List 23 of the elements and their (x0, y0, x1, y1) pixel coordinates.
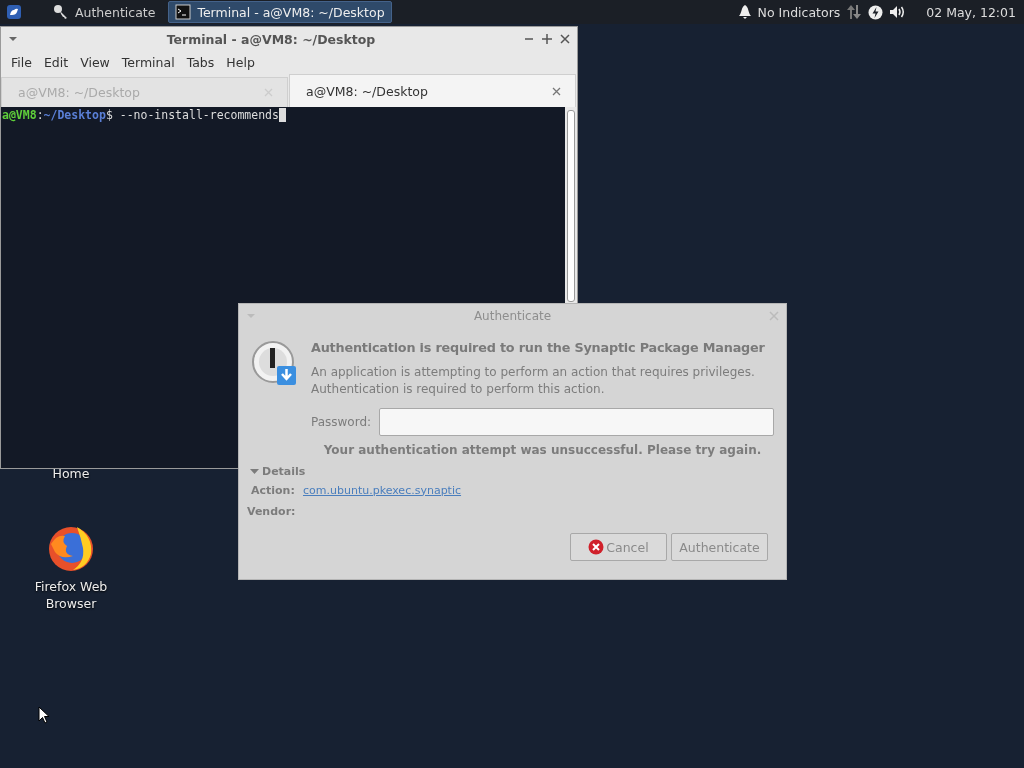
indicator-label: No Indicators (757, 4, 841, 20)
menu-item[interactable]: Terminal (115, 55, 181, 70)
menu-item[interactable]: Edit (37, 55, 75, 70)
terminal-line: a@VM8:~/Desktop$ --no-install-recommends (2, 107, 279, 123)
clock[interactable]: 02 May, 12:01 (926, 4, 1016, 20)
taskbar-button[interactable]: Terminal - a@VM8: ~/Desktop (168, 1, 392, 23)
field-label: Action: (251, 483, 296, 497)
terminal-tab[interactable]: a@VM8: ~/Desktop (289, 74, 576, 107)
menu-item[interactable]: View (74, 55, 116, 70)
window-title: Authenticate (472, 309, 553, 323)
dialog-message: Authentication is required to perform this action. (311, 381, 606, 398)
menu-item[interactable]: Tabs (180, 55, 221, 70)
desktop-icon-label[interactable]: Home (52, 465, 90, 482)
dialog-message: An application is attempting to perform an action that requires privileges. (311, 364, 756, 381)
field-label: Vendor: (247, 504, 297, 518)
dialog-heading: Authentication is required to run the Synaptic Package Manager (311, 340, 766, 355)
menu-item[interactable]: File (5, 55, 38, 70)
window-title: Terminal - a@VM8: ~/Desktop (165, 31, 377, 47)
taskbar-button[interactable]: Authenticate (46, 1, 163, 23)
menu-item[interactable]: Help (220, 55, 261, 70)
field-label: Password: (311, 415, 372, 429)
error-message: Your authentication attempt was unsuccessful. Please try again. (322, 443, 763, 457)
desktop-icon-label[interactable]: Firefox Web Browser (31, 578, 111, 612)
